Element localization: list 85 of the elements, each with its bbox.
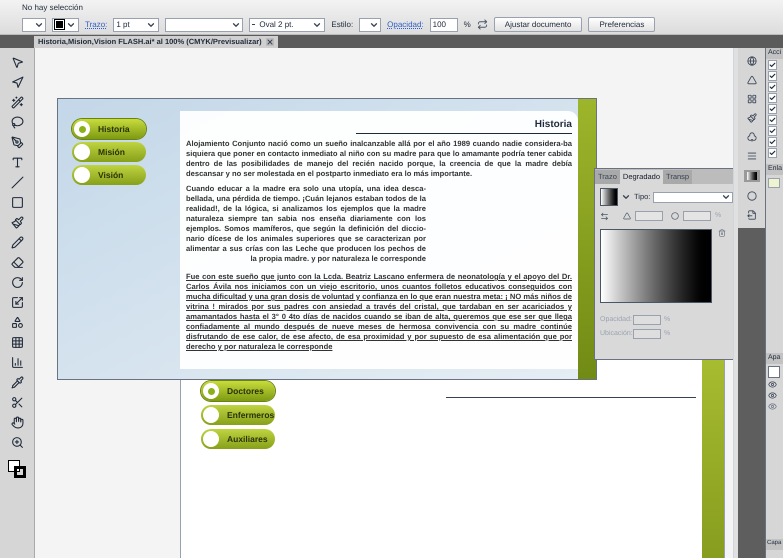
nav-button[interactable]: Enfermeros — [201, 405, 275, 425]
line-tool-icon[interactable] — [10, 176, 24, 189]
action-toggle[interactable] — [768, 148, 777, 158]
action-toggle[interactable] — [768, 82, 777, 92]
appearance-swatch — [768, 366, 780, 378]
opacity-field[interactable] — [633, 314, 661, 325]
close-icon[interactable] — [266, 38, 274, 46]
radio-icon — [74, 167, 90, 183]
type-dropdown[interactable] — [653, 192, 733, 202]
radio-icon — [203, 383, 219, 399]
link-thumbnail — [768, 178, 780, 188]
gradient-swatch[interactable] — [600, 188, 618, 206]
magic-wand-icon[interactable] — [10, 96, 24, 109]
reverse-icon[interactable] — [600, 212, 609, 221]
brush-tool-icon[interactable] — [10, 216, 24, 229]
action-toggle[interactable] — [768, 126, 777, 136]
rotate-tool-icon[interactable] — [10, 276, 24, 289]
nav-button[interactable]: Misión — [72, 142, 146, 162]
visibility-icon[interactable] — [768, 402, 777, 411]
triangle-icon[interactable] — [746, 75, 758, 86]
nav-button[interactable]: Auxiliares — [201, 429, 275, 449]
opacity-unit: % — [464, 18, 471, 30]
opacity-link[interactable]: Opacidad: — [387, 18, 424, 30]
circle-icon[interactable] — [746, 190, 758, 201]
angle-icon — [623, 212, 631, 220]
eyedropper-icon[interactable] — [10, 376, 24, 389]
action-toggle[interactable] — [768, 60, 777, 70]
style-swatch[interactable] — [359, 18, 382, 32]
trash-icon[interactable] — [718, 228, 726, 236]
toolbar-button[interactable]: Preferencias — [588, 17, 656, 32]
aspect-ratio-icon — [671, 212, 679, 220]
radio-icon — [74, 121, 90, 137]
action-toggle[interactable] — [768, 137, 777, 147]
stroke-weight-field[interactable]: 1 pt — [113, 18, 160, 32]
aspect-ratio-field[interactable] — [683, 211, 711, 222]
direct-selection-tool-icon[interactable] — [10, 76, 24, 89]
gradient-square-icon[interactable] — [744, 170, 760, 182]
pen-tool-icon[interactable] — [10, 136, 24, 149]
selection-tool-icon[interactable] — [10, 56, 24, 69]
action-toggle[interactable] — [768, 71, 777, 81]
caret-icon — [621, 192, 631, 202]
brush-dropdown[interactable]: Oval 2 pt. — [249, 18, 326, 32]
angle-field[interactable] — [635, 211, 663, 222]
stroke-lines-icon[interactable] — [746, 151, 758, 162]
type-tool-icon[interactable] — [10, 156, 24, 169]
scale-tool-icon[interactable] — [10, 296, 24, 309]
stroke-link[interactable]: Trazo: — [85, 18, 108, 30]
radio-icon — [203, 431, 219, 447]
radio-icon — [203, 407, 219, 423]
hand-tool-icon[interactable] — [10, 416, 24, 429]
lasso-icon[interactable] — [10, 116, 24, 129]
nav-button[interactable]: Historia — [72, 119, 146, 139]
zoom-tool-icon[interactable] — [10, 436, 24, 449]
action-toggle[interactable] — [768, 115, 777, 125]
graph-tool-icon[interactable] — [10, 356, 24, 369]
scissors-icon[interactable] — [10, 396, 24, 409]
nav-button[interactable]: Visión — [72, 165, 146, 185]
brush-icon[interactable] — [746, 113, 758, 124]
stroke-swatch[interactable] — [52, 18, 79, 32]
globe-icon[interactable] — [746, 56, 758, 66]
eraser-tool-icon[interactable] — [10, 256, 24, 269]
section-heading: Historia — [534, 118, 572, 132]
fill-stroke-icon[interactable] — [8, 460, 26, 478]
fill-swatch[interactable] — [22, 18, 46, 32]
visibility-icon[interactable] — [768, 391, 777, 400]
radio-icon — [74, 144, 90, 160]
club-icon[interactable] — [746, 132, 758, 142]
nav-button[interactable]: Doctores — [201, 381, 275, 401]
recolor-icon[interactable] — [476, 19, 488, 30]
selection-status: No hay selección — [22, 2, 84, 14]
variable-width-dropdown[interactable] — [165, 18, 244, 32]
grid-icon[interactable] — [746, 94, 758, 104]
caret-icon — [721, 192, 731, 202]
rectangle-tool-icon[interactable] — [10, 196, 24, 209]
style-label: Estilo: — [331, 18, 354, 30]
action-toggle[interactable] — [768, 104, 777, 114]
export-icon[interactable] — [746, 210, 758, 220]
mesh-tool-icon[interactable] — [10, 336, 24, 349]
action-toggle[interactable] — [768, 93, 777, 103]
shapes-tool-icon[interactable] — [10, 316, 24, 329]
toolbar-button[interactable]: Ajustar documento — [494, 17, 582, 32]
opacity-field[interactable]: 100 — [430, 18, 458, 32]
location-field[interactable] — [633, 329, 661, 340]
pencil-tool-icon[interactable] — [10, 236, 24, 249]
visibility-icon[interactable] — [768, 380, 777, 389]
